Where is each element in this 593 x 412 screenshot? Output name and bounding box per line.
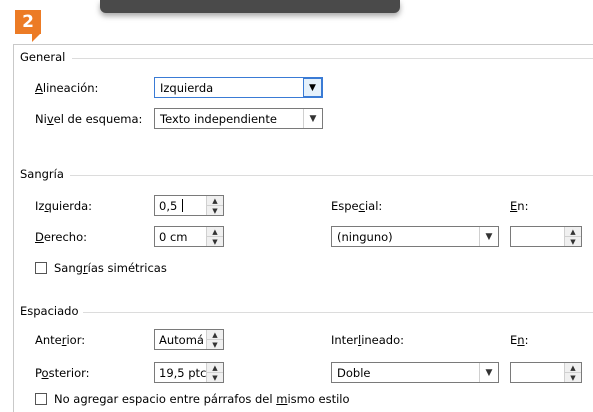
spin-up-icon[interactable]: ▲ <box>207 196 223 206</box>
spin-down-icon[interactable]: ▼ <box>207 340 223 349</box>
line-spacing-value: Doble <box>337 366 371 380</box>
spin-down-icon[interactable]: ▼ <box>207 206 223 215</box>
chevron-down-icon[interactable]: ▼ <box>303 109 322 128</box>
outline-level-value: Texto independiente <box>160 112 277 126</box>
line-spacing-label: Interlineado: <box>331 333 405 347</box>
special-indent-label: Especial: <box>331 199 383 213</box>
indent-right-label: Derecho: <box>35 230 88 244</box>
alignment-value: Izquierda <box>160 81 214 95</box>
indent-by-label: En: <box>510 199 529 213</box>
line-spacing-select[interactable]: Doble ▼ <box>331 362 499 383</box>
spin-up-icon[interactable]: ▲ <box>207 363 223 373</box>
section-divider <box>72 58 593 59</box>
chevron-down-icon[interactable]: ▼ <box>303 78 322 97</box>
spacing-after-spinner[interactable]: 19,5 ptc ▲ ▼ <box>154 362 224 383</box>
outline-level-select[interactable]: Texto independiente ▼ <box>154 108 323 129</box>
line-spacing-at-label: En: <box>510 333 529 347</box>
spin-up-icon[interactable]: ▲ <box>207 227 223 237</box>
step-badge: 2 <box>15 10 41 34</box>
text-caret <box>182 199 183 212</box>
spacing-before-value: Automá <box>159 333 204 347</box>
section-divider <box>83 312 593 313</box>
mirror-indents-label: Sangrías simétricas <box>54 261 167 275</box>
spin-down-icon[interactable]: ▼ <box>207 237 223 246</box>
mirror-indents-checkbox[interactable] <box>35 262 47 274</box>
chevron-down-icon[interactable]: ▼ <box>479 363 498 382</box>
indent-left-label: Izquierda: <box>35 199 93 213</box>
chevron-down-icon[interactable]: ▼ <box>479 227 498 246</box>
spacing-after-value: 19,5 ptc <box>159 366 207 380</box>
section-divider <box>70 175 593 176</box>
indent-left-spinner[interactable]: 0,5 ▲ ▼ <box>154 195 224 216</box>
spin-down-icon[interactable]: ▼ <box>565 237 581 246</box>
spacing-after-label: Posterior: <box>35 366 90 380</box>
indent-left-value: 0,5 <box>159 199 178 213</box>
alignment-label: Alineación: <box>35 81 99 95</box>
outline-level-label: Nivel de esquema: <box>35 112 143 126</box>
section-title-spacing: Espaciado <box>20 304 79 318</box>
section-title-general: General <box>20 50 66 64</box>
special-indent-value: (ninguno) <box>337 230 393 244</box>
section-title-indent: Sangría <box>20 167 64 181</box>
indent-right-value: 0 cm <box>159 230 188 244</box>
line-spacing-at-spinner[interactable]: ▲ ▼ <box>510 362 582 383</box>
paragraph-dialog-panel <box>13 44 593 412</box>
no-space-same-style-label: No agregar espacio entre párrafos del mi… <box>54 392 350 406</box>
special-indent-select[interactable]: (ninguno) ▼ <box>331 226 499 247</box>
spin-down-icon[interactable]: ▼ <box>207 373 223 382</box>
indent-right-spinner[interactable]: 0 cm ▲ ▼ <box>154 226 224 247</box>
spin-up-icon[interactable]: ▲ <box>565 363 581 373</box>
no-space-same-style-checkbox[interactable] <box>35 393 47 405</box>
alignment-select[interactable]: Izquierda ▼ <box>154 77 323 98</box>
window-top-edge <box>100 0 400 13</box>
step-badge-tail <box>32 34 40 42</box>
spin-up-icon[interactable]: ▲ <box>207 330 223 340</box>
spacing-before-label: Anterior: <box>35 333 86 347</box>
indent-by-spinner[interactable]: ▲ ▼ <box>510 226 582 247</box>
spin-up-icon[interactable]: ▲ <box>565 227 581 237</box>
spin-down-icon[interactable]: ▼ <box>565 373 581 382</box>
spacing-before-spinner[interactable]: Automá ▲ ▼ <box>154 329 224 350</box>
